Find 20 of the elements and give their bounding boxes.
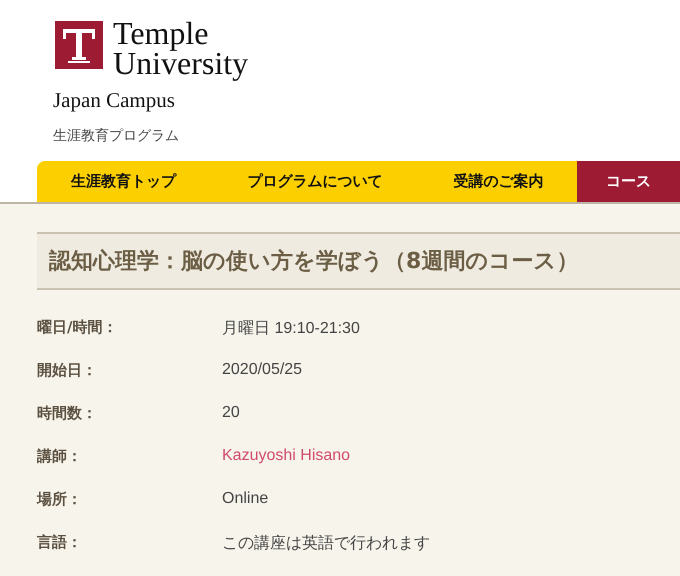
- detail-value: 月曜日 19:10-21:30: [222, 319, 360, 339]
- logo-mark-icon: [55, 21, 103, 69]
- detail-value: 2020/05/25: [222, 361, 302, 379]
- nav-tab[interactable]: 受講のご案内: [420, 161, 577, 202]
- detail-label: 開始日：: [37, 361, 98, 380]
- detail-label: 講師：: [37, 447, 83, 466]
- nav-tab[interactable]: プログラムについて: [210, 161, 420, 202]
- nav-tab[interactable]: コース: [577, 161, 680, 202]
- program-name: 生涯教育プログラム: [53, 127, 180, 145]
- course-title: 認知心理学：脳の使い方を学ぼう（8週間のコース）: [37, 232, 680, 290]
- detail-label: 言語：: [37, 533, 83, 552]
- instructor-link[interactable]: Kazuyoshi Hisano: [222, 447, 350, 465]
- detail-value: Online: [222, 490, 268, 508]
- nav-tab[interactable]: 生涯教育トップ: [37, 161, 210, 202]
- detail-label: 曜日/時間：: [37, 318, 118, 337]
- detail-label: 場所：: [37, 490, 83, 509]
- detail-label: 時間数：: [37, 404, 98, 423]
- campus-name: Japan Campus: [53, 88, 176, 113]
- detail-value: この講座は英語で行われます: [222, 534, 430, 554]
- detail-value: 20: [222, 404, 240, 422]
